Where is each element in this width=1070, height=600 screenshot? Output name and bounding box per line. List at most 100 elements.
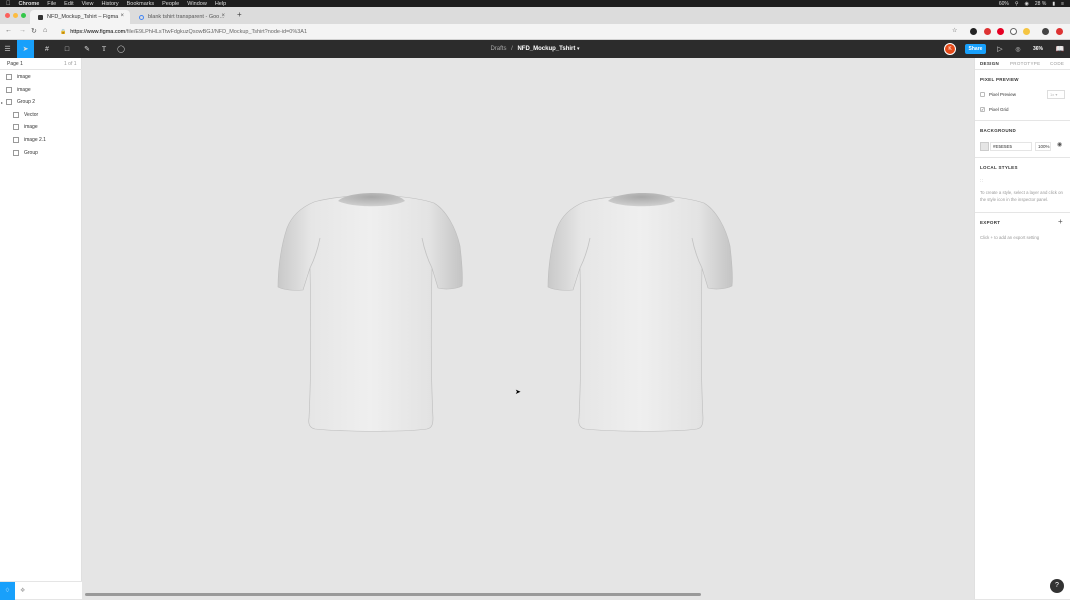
menu-window[interactable]: Window bbox=[187, 1, 207, 7]
local-styles-hint: To create a style, select a layer and cl… bbox=[980, 190, 1063, 202]
page-name[interactable]: Page 1 bbox=[7, 61, 23, 67]
group-layer-icon bbox=[6, 99, 12, 106]
canvas-artwork bbox=[277, 193, 733, 432]
menu-help[interactable]: Help bbox=[215, 1, 226, 7]
close-tab-icon[interactable]: × bbox=[221, 13, 225, 19]
menu-view[interactable]: View bbox=[82, 1, 94, 7]
layer-row[interactable]: image 2.1 bbox=[0, 134, 82, 146]
browser-toolbar: ← → ↻ ⌂ 🔒 https://www.figma.com/file/E9L… bbox=[0, 24, 1070, 40]
main-menu-icon[interactable]: ☰ bbox=[0, 40, 15, 58]
layer-row[interactable]: image bbox=[0, 121, 82, 133]
frame-tool-icon[interactable]: # bbox=[38, 40, 56, 58]
forward-icon[interactable]: → bbox=[19, 27, 26, 34]
file-name[interactable]: NFD_Mockup_Tshirt bbox=[517, 46, 575, 52]
pixel-preview-section: PIXEL PREVIEW Pixel Preview 1x ▾ ✓ Pixel… bbox=[975, 70, 1070, 121]
tab-design[interactable]: DESIGN bbox=[980, 58, 999, 70]
tab-code[interactable]: CODE bbox=[1050, 58, 1064, 70]
battery-icon[interactable]: ▮ bbox=[1052, 1, 1055, 7]
layer-row[interactable]: image bbox=[0, 71, 82, 83]
pixel-grid-label: Pixel Grid bbox=[989, 107, 1009, 112]
horizontal-scrollbar[interactable] bbox=[85, 593, 701, 596]
export-section: EXPORT + Click + to add an export settin… bbox=[975, 213, 1070, 249]
design-canvas[interactable]: ➤ bbox=[82, 58, 974, 599]
wifi-icon[interactable]: ◉ bbox=[1025, 1, 1029, 7]
minimize-window-button[interactable] bbox=[13, 13, 18, 18]
page-header[interactable]: Page 1 1 of 1 bbox=[0, 58, 82, 70]
pinterest-extension-icon[interactable] bbox=[997, 28, 1004, 35]
extension-bolt-icon[interactable] bbox=[1023, 28, 1030, 35]
apple-icon[interactable]:  bbox=[6, 1, 11, 7]
search-icon[interactable]: ⚲ bbox=[1015, 1, 1019, 7]
layer-row[interactable]: ▸ Group 2 bbox=[0, 96, 82, 108]
zoom-level[interactable]: 36% bbox=[1029, 40, 1047, 58]
tab-prototype[interactable]: PROTOTYPE bbox=[1010, 58, 1040, 70]
extension-info-icon[interactable] bbox=[1010, 28, 1017, 35]
breadcrumb-drafts[interactable]: Drafts bbox=[490, 46, 506, 52]
tshirt-image-right[interactable] bbox=[547, 193, 733, 432]
pixel-preview-checkbox[interactable] bbox=[980, 92, 985, 97]
move-tool-icon[interactable]: ➤ bbox=[17, 40, 34, 58]
rectangle-tool-icon[interactable]: □ bbox=[58, 40, 76, 58]
assets-bar: ♢ ❖ bbox=[0, 581, 82, 600]
background-color-swatch[interactable] bbox=[980, 142, 989, 151]
menu-bookmarks[interactable]: Bookmarks bbox=[127, 1, 155, 7]
back-icon[interactable]: ← bbox=[5, 27, 12, 34]
pixel-preview-title: PIXEL PREVIEW bbox=[980, 77, 1019, 82]
new-tab-button[interactable]: + bbox=[237, 10, 242, 19]
control-center-icon[interactable]: ≡ bbox=[1061, 1, 1064, 7]
menu-app-name[interactable]: Chrome bbox=[19, 1, 40, 7]
expand-caret-icon[interactable]: ▸ bbox=[1, 100, 3, 105]
close-tab-icon[interactable]: × bbox=[120, 13, 124, 19]
style-placeholder-icon: ∷ bbox=[980, 178, 984, 184]
profile-icon[interactable] bbox=[1042, 28, 1049, 35]
share-button[interactable]: Share bbox=[965, 44, 986, 54]
help-button[interactable]: ? bbox=[1050, 579, 1064, 593]
figma-favicon-icon bbox=[38, 14, 43, 20]
layer-row[interactable]: image bbox=[0, 84, 82, 96]
layer-name: Group 2 bbox=[17, 99, 36, 106]
add-export-button[interactable]: + bbox=[1058, 217, 1063, 226]
maximize-window-button[interactable] bbox=[21, 13, 26, 18]
vector-layer-icon bbox=[13, 111, 19, 118]
background-opacity-input[interactable]: 100% bbox=[1035, 142, 1051, 151]
menu-people[interactable]: People bbox=[162, 1, 179, 7]
present-play-icon[interactable]: ▷ bbox=[993, 40, 1007, 58]
extension-badge-icon[interactable] bbox=[984, 28, 991, 35]
layer-row[interactable]: Group bbox=[0, 147, 82, 159]
menu-edit[interactable]: Edit bbox=[64, 1, 73, 7]
chevron-down-icon[interactable]: ▾ bbox=[577, 46, 580, 52]
pen-tool-icon[interactable]: ✎ bbox=[78, 40, 96, 58]
chrome-menu-icon[interactable] bbox=[1056, 28, 1063, 35]
layers-tab-icon[interactable]: ♢ bbox=[0, 582, 15, 600]
layer-row[interactable]: Vector bbox=[0, 109, 82, 121]
address-bar[interactable]: 🔒 https://www.figma.com/file/E9LPhHLsTtw… bbox=[60, 26, 965, 38]
layer-name: Group bbox=[24, 149, 38, 156]
group-layer-icon bbox=[13, 149, 19, 156]
background-hex-input[interactable]: #E5E5E5 bbox=[990, 142, 1032, 151]
close-window-button[interactable] bbox=[5, 13, 10, 18]
export-title: EXPORT bbox=[980, 220, 1001, 225]
reload-icon[interactable]: ↻ bbox=[31, 27, 37, 35]
home-icon[interactable]: ⌂ bbox=[43, 27, 47, 34]
extension-shield-icon[interactable] bbox=[970, 28, 977, 35]
google-favicon-icon bbox=[139, 14, 144, 20]
avatar[interactable]: K bbox=[944, 43, 956, 55]
layer-name: image bbox=[17, 74, 31, 80]
layers-panel: Page 1 1 of 1 image image ▸ Group 2 Vector im… bbox=[0, 58, 82, 600]
visibility-eye-icon[interactable]: ◉ bbox=[1057, 141, 1062, 148]
view-eye-icon[interactable]: ◎ bbox=[1011, 40, 1025, 58]
image-layer-icon bbox=[6, 86, 12, 93]
menu-history[interactable]: History bbox=[101, 1, 118, 7]
browser-tab-figma[interactable]: NFD_Mockup_Tshirt – Figma × bbox=[30, 10, 130, 24]
comment-tool-icon[interactable]: ◯ bbox=[114, 40, 128, 58]
file-title-bar: Drafts / NFD_Mockup_Tshirt ▾ bbox=[0, 40, 1070, 58]
menu-file[interactable]: File bbox=[47, 1, 56, 7]
components-tab-icon[interactable]: ❖ bbox=[20, 582, 25, 600]
browser-tab-google[interactable]: blank tshirt transparent - Goo… × bbox=[131, 10, 231, 24]
text-tool-icon[interactable]: T bbox=[97, 40, 111, 58]
bookmark-star-icon[interactable]: ☆ bbox=[952, 27, 957, 34]
pixel-grid-checkbox[interactable]: ✓ bbox=[980, 107, 985, 112]
pixel-preview-scale-select[interactable]: 1x ▾ bbox=[1047, 90, 1065, 99]
tshirt-image-left[interactable] bbox=[277, 193, 463, 432]
library-book-icon[interactable]: 📖 bbox=[1053, 40, 1067, 58]
